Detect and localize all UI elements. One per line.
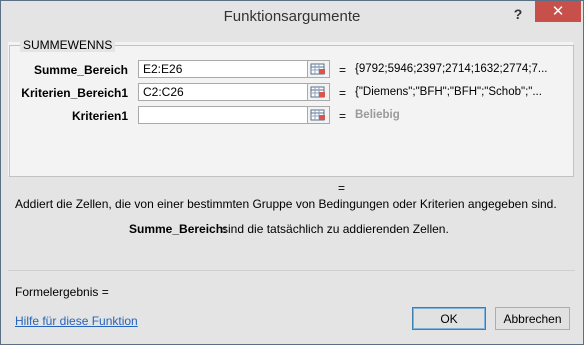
- range-picker-button[interactable]: [308, 106, 330, 124]
- range-picker-icon: [310, 109, 325, 121]
- ok-button[interactable]: OK: [412, 307, 486, 330]
- range-picker-icon: [310, 86, 325, 98]
- cancel-button[interactable]: Abbrechen: [495, 307, 570, 330]
- argument-row-kriterien1: Kriterien1 = Beliebig: [1, 106, 583, 126]
- summe-bereich-input[interactable]: E2:E26: [138, 60, 308, 78]
- kriterien-bereich1-input[interactable]: C2:C26: [138, 83, 308, 101]
- argument-help-text: sind die tatsächlich zu addierenden Zell…: [222, 222, 449, 236]
- argument-help-name: Summe_Bereich:: [129, 222, 228, 236]
- function-name: SUMMEWENNS: [20, 38, 116, 52]
- argument-row-kriterien-bereich1: Kriterien_Bereich1 C2:C26 = {"Diemens";"…: [1, 83, 583, 103]
- argument-label: Summe_Bereich: [33, 63, 128, 77]
- equals-sign: =: [339, 63, 347, 77]
- argument-preview: {"Diemens";"BFH";"BFH";"Schob";"...: [355, 86, 542, 98]
- range-picker-button[interactable]: [308, 83, 330, 101]
- dialog-title: Funktionsargumente: [223, 8, 361, 25]
- close-button[interactable]: ✕: [535, 1, 581, 22]
- argument-row-summe-bereich: Summe_Bereich E2:E26 = {9792;5946;2397;2…: [1, 60, 583, 80]
- range-picker-icon: [310, 63, 325, 75]
- formula-result-label: Formelergebnis =: [15, 285, 109, 299]
- help-button[interactable]: ?: [507, 4, 529, 24]
- kriterien1-input[interactable]: [138, 106, 308, 124]
- result-equals-sign: =: [338, 181, 346, 195]
- function-description: Addiert die Zellen, die von einer bestim…: [15, 197, 557, 211]
- title-bar[interactable]: Funktionsargumente ? ✕: [1, 1, 583, 31]
- equals-sign: =: [339, 109, 347, 123]
- argument-label: Kriterien_Bereich1: [21, 86, 128, 100]
- help-link[interactable]: Hilfe für diese Funktion: [15, 314, 138, 328]
- divider: [8, 270, 575, 271]
- equals-sign: =: [339, 86, 347, 100]
- argument-label: Kriterien1: [71, 109, 128, 123]
- argument-preview: {9792;5946;2397;2714;1632;2774;7...: [355, 63, 548, 75]
- range-picker-button[interactable]: [308, 60, 330, 78]
- dialog-window: Funktionsargumente ? ✕ SUMMEWENNS Summe_…: [0, 0, 584, 345]
- argument-preview: Beliebig: [355, 109, 400, 121]
